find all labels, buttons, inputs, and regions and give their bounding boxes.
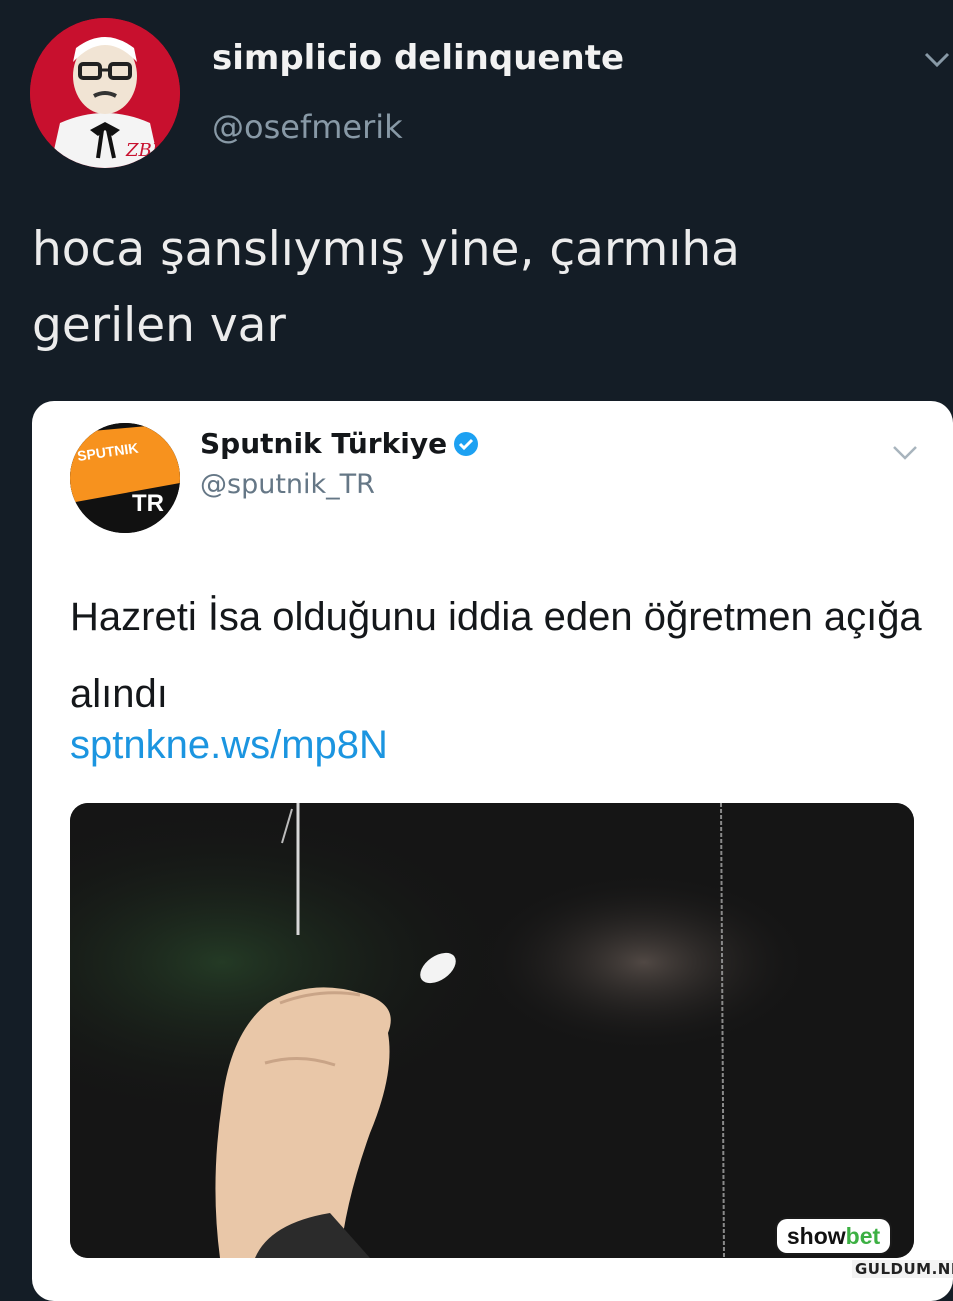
tweet-photo[interactable] [70,803,914,1258]
article-link[interactable]: sptnkne.ws/mp8N [70,723,388,768]
profile-picture: ZBH [30,18,180,168]
verified-badge-icon [454,432,479,456]
quoted-tweet-text: Hazreti İsa olduğunu iddia eden öğretmen… [70,595,922,716]
tweet-text: hoca şanslıymış yine, çarmıha gerilen va… [32,222,740,353]
quoted-tweet-card[interactable]: SPUTNIK TR Sputnik Türkiye @sputnik_TR H… [32,401,953,1301]
display-name[interactable]: simplicio delinquente [212,38,624,78]
photo-hand-chalkboard [70,803,914,1258]
user-handle[interactable]: @osefmerik [212,108,403,146]
user-handle[interactable]: @sputnik_TR [200,469,375,500]
badge-show: show [786,1223,846,1249]
svg-text:TR: TR [132,490,164,517]
display-name[interactable]: Sputnik Türkiye [200,427,479,460]
sputnik-logo: SPUTNIK TR [70,423,180,533]
site-watermark: GULDUM.NET [852,1260,953,1278]
avatar[interactable]: SPUTNIK TR [70,423,180,533]
badge-bet: bet [845,1223,881,1249]
avatar[interactable]: ZBH [30,18,180,168]
display-name-text: Sputnik Türkiye [200,427,448,460]
svg-text:ZBH: ZBH [125,140,168,161]
chevron-down-icon[interactable] [890,437,920,467]
chevron-down-icon[interactable] [922,44,952,74]
showbet-badge: showbet [777,1219,890,1253]
